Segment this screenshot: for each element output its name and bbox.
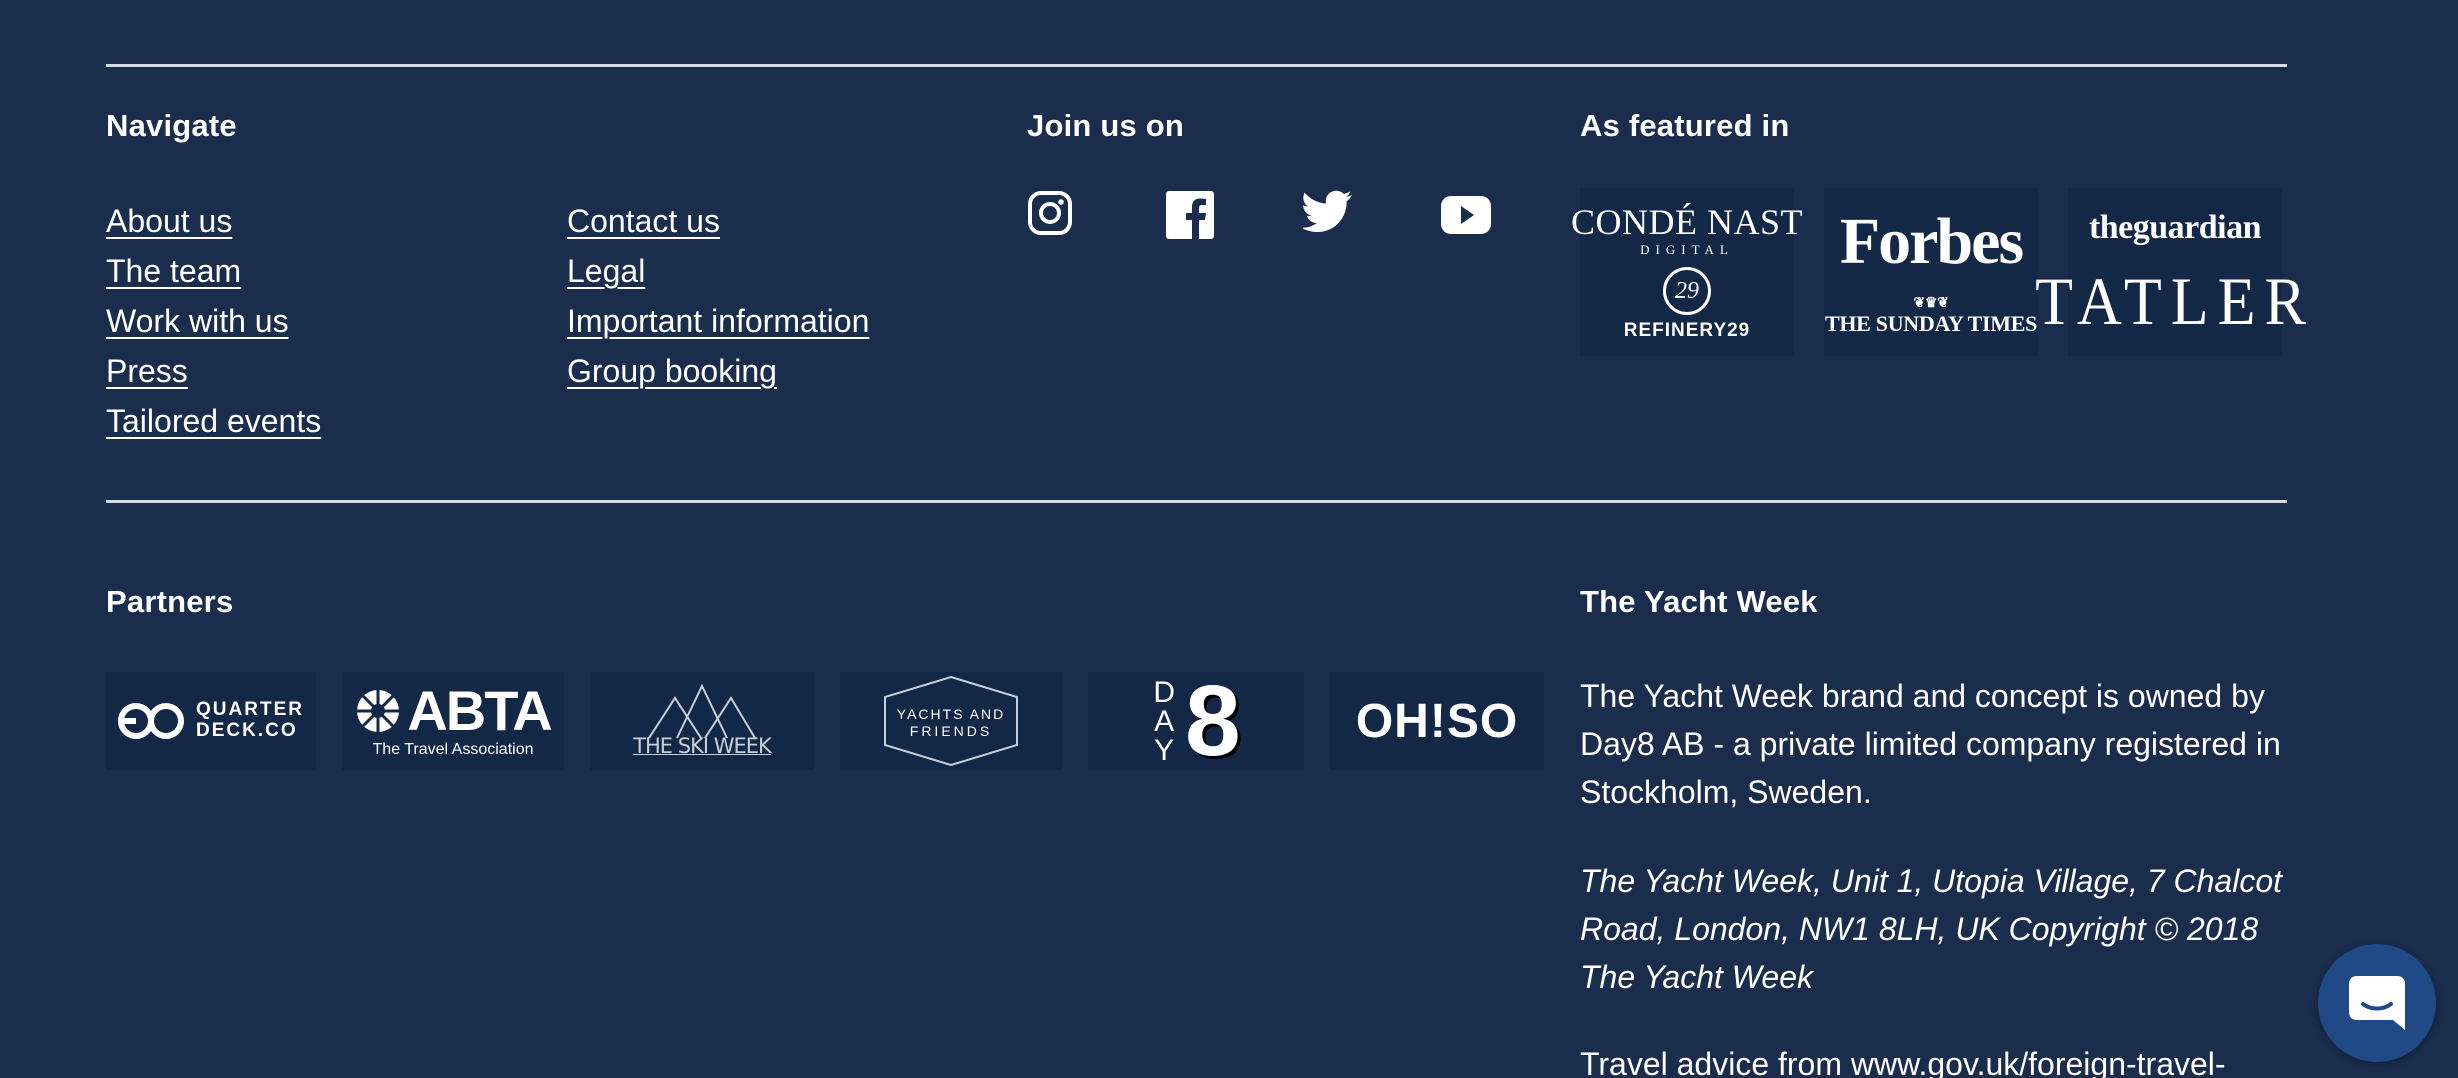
partner-logos: QUARTER DECK.CO ABTA The Travel Associat…: [106, 671, 1544, 771]
youtube-icon[interactable]: [1441, 190, 1579, 254]
press-tile-forbes-sunday: Forbes ❦♛❦ THE SUNDAY TIMES: [1824, 188, 2038, 356]
nav-link-press[interactable]: Press: [106, 346, 321, 396]
nav-link-legal[interactable]: Legal: [567, 246, 869, 296]
social-heading: Join us on: [1027, 108, 1184, 143]
svg-text:FRIENDS: FRIENDS: [910, 723, 992, 739]
press-tile-guardian-tatler: theguardian TATLER: [2035, 188, 2306, 356]
ohso-logo[interactable]: OH!SO: [1330, 672, 1544, 770]
navigate-links-col1: About us The team Work with us Press Tai…: [106, 196, 321, 446]
abta-logo[interactable]: ABTA The Travel Association: [342, 672, 564, 770]
day8-logo[interactable]: D A Y 8: [1088, 671, 1304, 771]
navigate-heading: Navigate: [106, 108, 237, 143]
yacht-week-address: The Yacht Week, Unit 1, Utopia Village, …: [1580, 863, 2283, 995]
refinery29-logo: 29 REFINERY29: [1624, 267, 1751, 340]
partners-heading: Partners: [106, 584, 234, 619]
nav-link-important-information[interactable]: Important information: [567, 296, 869, 346]
ski-week-logo[interactable]: THE SKI WEEK: [590, 672, 814, 770]
nav-link-the-team[interactable]: The team: [106, 246, 321, 296]
yachts-and-friends-logo[interactable]: YACHTS AND FRIENDS: [840, 672, 1062, 770]
travel-advice-text[interactable]: Travel advice from www.gov.uk/foreign-tr…: [1580, 1040, 2300, 1078]
svg-text:YACHTS AND: YACHTS AND: [897, 706, 1005, 722]
forbes-logo: Forbes: [1839, 205, 2024, 278]
nav-link-about-us[interactable]: About us: [106, 196, 321, 246]
nav-link-group-booking[interactable]: Group booking: [567, 346, 869, 396]
sunday-times-logo: ❦♛❦ THE SUNDAY TIMES: [1825, 296, 2038, 336]
featured-logos: CONDÉ NAST DIGITAL 29 REFINERY29 Forbes …: [1571, 188, 2306, 356]
site-footer: Navigate About us The team Work with us …: [0, 0, 2458, 1078]
nav-link-tailored-events[interactable]: Tailored events: [106, 396, 321, 446]
instagram-icon[interactable]: [1027, 190, 1165, 254]
middle-divider: [106, 500, 2287, 503]
chat-launcher-button[interactable]: [2318, 944, 2436, 1062]
top-divider: [106, 64, 2287, 67]
twitter-icon[interactable]: [1303, 190, 1441, 254]
tatler-logo: TATLER: [2035, 264, 2315, 340]
press-tile-conde-refinery: CONDÉ NAST DIGITAL 29 REFINERY29: [1571, 188, 1803, 356]
yacht-week-heading: The Yacht Week: [1580, 584, 1818, 619]
nav-link-contact-us[interactable]: Contact us: [567, 196, 869, 246]
guardian-logo: theguardian: [2088, 209, 2262, 246]
chat-bubble-icon: [2349, 976, 2405, 1030]
quarterdeck-logo[interactable]: QUARTER DECK.CO: [106, 672, 316, 770]
conde-nast-logo: CONDÉ NAST DIGITAL: [1571, 201, 1804, 257]
social-links: [1027, 190, 1579, 254]
featured-heading: As featured in: [1580, 108, 1790, 143]
facebook-icon[interactable]: [1165, 190, 1303, 254]
navigate-links-col2: Contact us Legal Important information G…: [567, 196, 869, 396]
nav-link-work-with-us[interactable]: Work with us: [106, 296, 321, 346]
yacht-week-description: The Yacht Week brand and concept is owne…: [1580, 678, 2281, 810]
